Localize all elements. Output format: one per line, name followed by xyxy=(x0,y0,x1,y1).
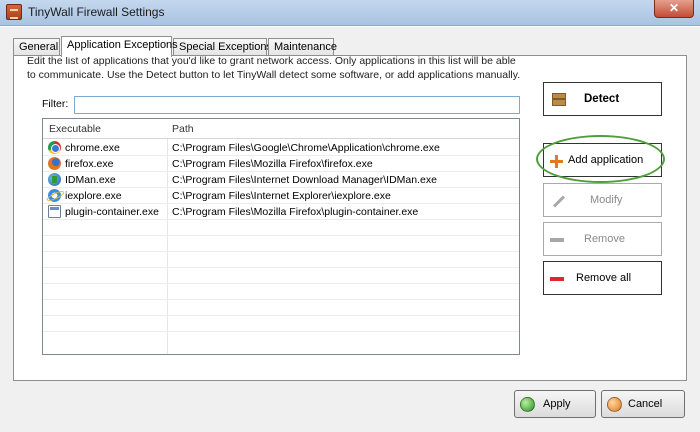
empty-row xyxy=(43,284,519,300)
table-row[interactable]: firefox.exe C:\Program Files\Mozilla Fir… xyxy=(43,156,519,172)
path-cell: C:\Program Files\Internet Download Manag… xyxy=(172,174,437,186)
remove-all-button[interactable]: Remove all xyxy=(543,261,662,295)
title-bar: TinyWall Firewall Settings ✕ xyxy=(0,0,700,26)
box-icon xyxy=(552,93,566,106)
application-list[interactable]: Executable Path chrome.exe C:\Program Fi… xyxy=(42,118,520,355)
window-title: TinyWall Firewall Settings xyxy=(28,5,165,19)
list-rows: chrome.exe C:\Program Files\Google\Chrom… xyxy=(43,140,519,332)
empty-row xyxy=(43,220,519,236)
path-cell: C:\Program Files\Google\Chrome\Applicati… xyxy=(172,142,440,154)
remove-label: Remove xyxy=(584,233,625,245)
table-row[interactable]: iexplore.exe C:\Program Files\Internet E… xyxy=(43,188,519,204)
apply-icon xyxy=(520,397,535,412)
column-header-executable[interactable]: Executable xyxy=(49,123,101,135)
empty-row xyxy=(43,316,519,332)
cancel-label: Cancel xyxy=(628,398,663,410)
table-row[interactable]: plugin-container.exe C:\Program Files\Mo… xyxy=(43,204,519,220)
empty-row xyxy=(43,300,519,316)
list-header: Executable Path xyxy=(43,119,519,139)
chrome-icon xyxy=(48,141,61,154)
idm-icon xyxy=(48,173,61,186)
path-cell: C:\Program Files\Internet Explorer\iexpl… xyxy=(172,190,391,202)
pencil-icon xyxy=(552,195,566,208)
cancel-button[interactable]: Cancel xyxy=(601,390,685,418)
table-row[interactable]: IDMan.exe C:\Program Files\Internet Down… xyxy=(43,172,519,188)
plus-icon xyxy=(550,155,563,168)
empty-row xyxy=(43,236,519,252)
remove-button[interactable]: Remove xyxy=(543,222,662,256)
modify-button[interactable]: Modify xyxy=(543,183,662,217)
add-application-label: Add application xyxy=(568,154,644,166)
executable-cell: firefox.exe xyxy=(65,158,114,170)
plugin-container-icon xyxy=(48,205,61,218)
detect-label: Detect xyxy=(584,93,620,105)
empty-row xyxy=(43,252,519,268)
detect-button[interactable]: Detect xyxy=(543,82,662,116)
description-text: Edit the list of applications that you'd… xyxy=(27,55,521,81)
minus-icon xyxy=(550,238,564,242)
empty-row xyxy=(43,268,519,284)
modify-label: Modify xyxy=(590,194,623,206)
internet-explorer-icon xyxy=(48,189,61,202)
executable-cell: chrome.exe xyxy=(65,142,120,154)
firefox-icon xyxy=(48,157,61,170)
column-header-path[interactable]: Path xyxy=(172,123,194,135)
remove-all-label: Remove all xyxy=(576,272,632,284)
executable-cell: IDMan.exe xyxy=(65,174,116,186)
apply-label: Apply xyxy=(543,398,571,410)
close-button[interactable]: ✕ xyxy=(654,0,694,18)
add-application-button[interactable]: Add application xyxy=(543,143,662,177)
path-cell: C:\Program Files\Mozilla Firefox\firefox… xyxy=(172,158,373,170)
table-row[interactable]: chrome.exe C:\Program Files\Google\Chrom… xyxy=(43,140,519,156)
apply-button[interactable]: Apply xyxy=(514,390,596,418)
filter-input[interactable] xyxy=(74,96,520,114)
tab-application-exceptions[interactable]: Application Exceptions xyxy=(61,36,178,57)
tinywall-app-icon xyxy=(6,4,22,20)
executable-cell: iexplore.exe xyxy=(65,190,122,202)
filter-label: Filter: xyxy=(42,98,69,110)
remove-all-icon xyxy=(550,277,564,281)
path-cell: C:\Program Files\Mozilla Firefox\plugin-… xyxy=(172,206,419,218)
cancel-icon xyxy=(607,397,622,412)
executable-cell: plugin-container.exe xyxy=(65,206,159,218)
